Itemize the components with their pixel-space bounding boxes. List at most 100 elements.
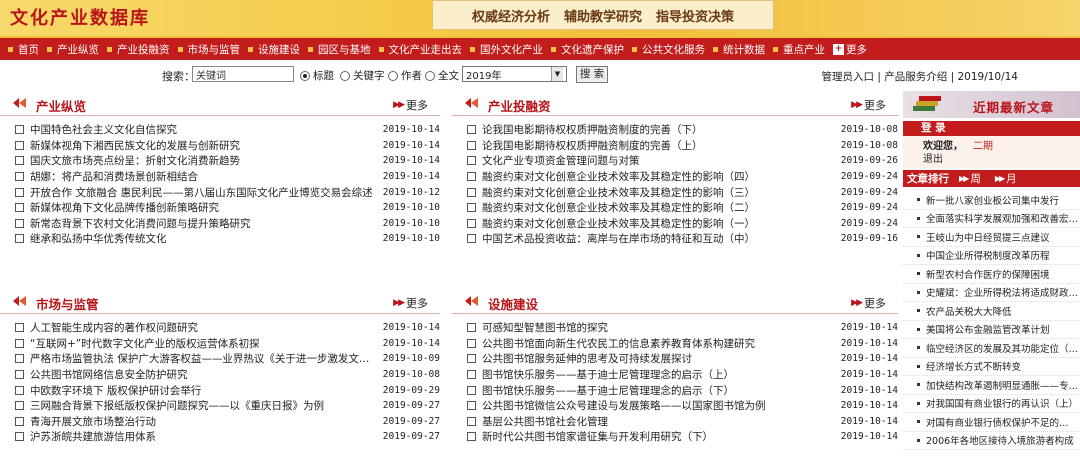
nav-item-investment[interactable]: 产业投融资	[103, 42, 174, 57]
nav-item-heritage[interactable]: 文化遗产保护	[547, 42, 628, 57]
article-item[interactable]: 新媒体视角下文化品牌传播创新策略研究 2019-10-10	[0, 200, 440, 216]
checkbox-icon[interactable]	[15, 140, 24, 150]
article-title[interactable]: 胡娜：将产品和消费场景创新相结合	[30, 169, 198, 184]
search-input[interactable]	[192, 66, 294, 82]
article-item[interactable]: 青海开展文旅市场整治行动 2019-09-27	[0, 414, 440, 430]
ranking-title[interactable]: 史耀斌：企业所得税法将适成财政…	[926, 285, 1078, 299]
checkbox-icon[interactable]	[467, 370, 476, 380]
checkbox-icon[interactable]	[467, 187, 476, 197]
article-item[interactable]: 论我国电影期待权权质押融资制度的完善（下） 2019-10-08	[452, 122, 898, 138]
article-item[interactable]: 人工智能生成内容的著作权问题研究 2019-10-14	[0, 320, 440, 336]
article-item[interactable]: 沪苏浙皖共建旅游信用体系 2019-09-27	[0, 429, 440, 445]
checkbox-icon[interactable]	[15, 354, 24, 364]
logout-link[interactable]: 退出	[923, 154, 943, 165]
checkbox-icon[interactable]	[467, 401, 476, 411]
article-item[interactable]: 胡娜：将产品和消费场景创新相结合 2019-10-14	[0, 169, 440, 185]
checkbox-icon[interactable]	[15, 370, 24, 380]
ranking-item[interactable]: 加快结构改革遏制明显通胀——专…	[903, 376, 1080, 395]
nav-item-overview[interactable]: 产业纵览	[43, 42, 103, 57]
article-item[interactable]: 中国特色社会主义文化自信探究 2019-10-14	[0, 122, 440, 138]
radio-author[interactable]: 作者	[388, 68, 422, 83]
radio-title[interactable]: 标题	[300, 68, 334, 83]
article-title[interactable]: 文化产业专项资金管理问题与对策	[482, 153, 640, 168]
article-title[interactable]: 沪苏浙皖共建旅游信用体系	[30, 429, 156, 444]
checkbox-icon[interactable]	[467, 354, 476, 364]
nav-item-key-industries[interactable]: 重点产业	[769, 42, 829, 57]
article-title[interactable]: 论我国电影期待权权质押融资制度的完善（上）	[482, 138, 703, 153]
article-item[interactable]: 三网融合背景下报纸版权保护问题探究——以《重庆日报》为例 2019-09-27	[0, 398, 440, 414]
tab-month[interactable]: ▶▶ 月	[995, 171, 1017, 186]
panel-more-link[interactable]: ▶▶ 更多	[393, 97, 428, 113]
article-title[interactable]: 新时代公共图书馆家谱征集与开发利用研究（下）	[482, 429, 713, 444]
nav-item-facilities[interactable]: 设施建设	[244, 42, 304, 57]
checkbox-icon[interactable]	[467, 203, 476, 213]
checkbox-icon[interactable]	[467, 432, 476, 442]
checkbox-icon[interactable]	[15, 338, 24, 348]
ranking-title[interactable]: 新一批八家创业板公司集中发行	[926, 193, 1059, 207]
article-title[interactable]: “互联网+”时代数字文化产业的版权运营体系初探	[30, 336, 260, 351]
article-title[interactable]: 继承和弘扬中华优秀传统文化	[30, 231, 167, 246]
checkbox-icon[interactable]	[467, 385, 476, 395]
article-item[interactable]: 融资约束对文化创意企业技术效率及其稳定性的影响（四） 2019-09-24	[452, 169, 898, 185]
search-button[interactable]: 搜 索	[576, 66, 608, 83]
ranking-title[interactable]: 临空经济区的发展及其功能定位（…	[926, 341, 1078, 355]
ranking-item[interactable]: 对我国国有商业银行的再认识（上）	[903, 395, 1080, 413]
ranking-title[interactable]: 农产品关税大大降低	[926, 304, 1012, 318]
checkbox-icon[interactable]	[15, 416, 24, 426]
article-item[interactable]: 公共图书馆网络信息安全防护研究 2019-10-08	[0, 367, 440, 383]
checkbox-icon[interactable]	[15, 385, 24, 395]
checkbox-icon[interactable]	[467, 125, 476, 135]
article-title[interactable]: 图书馆快乐服务——基于迪士尼管理理念的启示（下）	[482, 383, 734, 398]
article-title[interactable]: 论我国电影期待权权质押融资制度的完善（下）	[482, 122, 703, 137]
checkbox-icon[interactable]	[467, 172, 476, 182]
article-item[interactable]: 中欧数字环境下 版权保护研讨会举行 2019-09-29	[0, 382, 440, 398]
checkbox-icon[interactable]	[467, 338, 476, 348]
article-item[interactable]: 开放合作 文旅融合 惠民利民——第八届山东国际文化产业博览交易会综述 2019-1…	[0, 184, 440, 200]
ranking-item[interactable]: 新一批八家创业板公司集中发行	[903, 191, 1080, 210]
ranking-title[interactable]: 经济增长方式不断转变	[926, 359, 1021, 373]
article-item[interactable]: 图书馆快乐服务——基于迪士尼管理理念的启示（下） 2019-10-14	[452, 382, 898, 398]
checkbox-icon[interactable]	[467, 156, 476, 166]
article-item[interactable]: 新媒体视角下湘西民族文化的发展与创新研究 2019-10-14	[0, 138, 440, 154]
year-select[interactable]: 2019年 ▼	[462, 66, 567, 82]
ranking-item[interactable]: 史耀斌：企业所得税法将适成财政…	[903, 284, 1080, 302]
site-logo[interactable]: 文化产业数据库	[10, 4, 150, 30]
ranking-item[interactable]: 美国将公布金融监管改革计划	[903, 321, 1080, 339]
checkbox-icon[interactable]	[467, 140, 476, 150]
nav-item-public-service[interactable]: 公共文化服务	[628, 42, 709, 57]
ranking-item[interactable]: 全面落实科学发展观加强和改善宏…	[903, 210, 1080, 228]
panel-more-link[interactable]: ▶▶ 更多	[851, 97, 886, 113]
panel-more-link[interactable]: ▶▶ 更多	[393, 295, 428, 311]
article-title[interactable]: 可感知型智慧图书馆的探究	[482, 320, 608, 335]
ranking-item[interactable]: 临空经济区的发展及其功能定位（…	[903, 339, 1080, 358]
article-title[interactable]: 国庆文旅市场亮点纷呈：折射文化消费新趋势	[30, 153, 240, 168]
ranking-item[interactable]: 对国有商业银行债权保护不足的…	[903, 413, 1080, 432]
article-title[interactable]: 公共图书馆服务延伸的思考及可持续发展探讨	[482, 351, 692, 366]
checkbox-icon[interactable]	[15, 218, 24, 228]
article-title[interactable]: 严格市场监管执法 保护广大游客权益——业界热议《关于进一步激发文…	[30, 351, 369, 366]
article-item[interactable]: 公共图书馆服务延伸的思考及可持续发展探讨 2019-10-14	[452, 351, 898, 367]
article-item[interactable]: 融资约束对文化创意企业技术效率及其稳定性的影响（三） 2019-09-24	[452, 184, 898, 200]
checkbox-icon[interactable]	[467, 323, 476, 333]
radio-keyword[interactable]: 关键字	[340, 68, 385, 83]
article-item[interactable]: 新时代公共图书馆家谱征集与开发利用研究（下） 2019-10-14	[452, 429, 898, 445]
article-item[interactable]: 基层公共图书馆社会化管理 2019-10-14	[452, 414, 898, 430]
radio-fulltext[interactable]: 全文	[425, 68, 459, 83]
ranking-item[interactable]: 王岐山为中日经贸提三点建议	[903, 228, 1080, 247]
ranking-title[interactable]: 对国有商业银行债权保护不足的…	[926, 415, 1069, 429]
article-item[interactable]: 中国艺术品投资收益：离岸与在岸市场的特征和互动（中） 2019-09-16	[452, 231, 898, 247]
article-title[interactable]: 公共图书馆面向新生代农民工的信息素养教育体系构建研究	[482, 336, 755, 351]
checkbox-icon[interactable]	[15, 432, 24, 442]
checkbox-icon[interactable]	[15, 323, 24, 333]
article-title[interactable]: 开放合作 文旅融合 惠民利民——第八届山东国际文化产业博览交易会综述	[30, 185, 373, 200]
panel-more-link[interactable]: ▶▶ 更多	[851, 295, 886, 311]
article-item[interactable]: 继承和弘扬中华优秀传统文化 2019-10-10	[0, 231, 440, 247]
ranking-item[interactable]: 2006年各地区接待入境旅游者构成	[903, 432, 1080, 450]
article-item[interactable]: 论我国电影期待权权质押融资制度的完善（上） 2019-10-08	[452, 138, 898, 154]
article-item[interactable]: 公共图书馆微信公众号建设与发展策略——以国家图书馆为例 2019-10-14	[452, 398, 898, 414]
nav-item-foreign[interactable]: 国外文化产业	[466, 42, 547, 57]
article-item[interactable]: 图书馆快乐服务——基于迪士尼管理理念的启示（上） 2019-10-14	[452, 367, 898, 383]
article-title[interactable]: 基层公共图书馆社会化管理	[482, 414, 608, 429]
article-title[interactable]: 融资约束对文化创意企业技术效率及其稳定性的影响（一）	[482, 216, 755, 231]
article-title[interactable]: 融资约束对文化创意企业技术效率及其稳定性的影响（三）	[482, 185, 755, 200]
